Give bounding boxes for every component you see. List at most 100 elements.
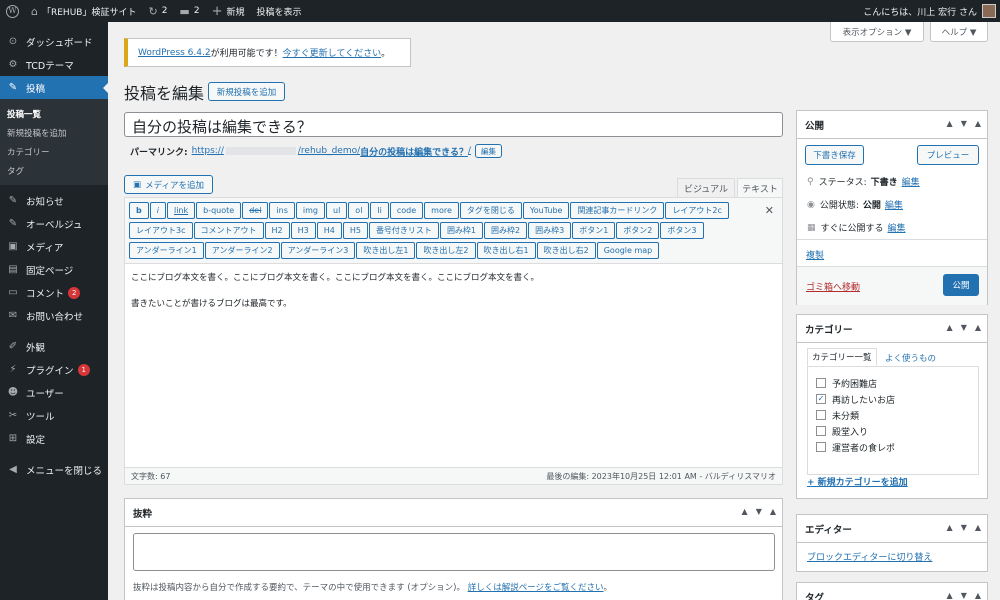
chevron-down-icon[interactable]: ▼: [961, 119, 967, 128]
submenu-tags[interactable]: タグ: [0, 161, 108, 180]
excerpt-textarea[interactable]: [133, 533, 775, 571]
save-draft-button[interactable]: 下書き保存: [805, 145, 864, 165]
quicktag-button[interactable]: b-quote: [196, 202, 242, 219]
add-new-post-button[interactable]: 新規投稿を追加: [208, 82, 285, 101]
site-name-link[interactable]: ⌂ 「REHUB」検証サイト: [25, 0, 142, 22]
updates-link[interactable]: ↻ 2: [142, 0, 173, 22]
chevron-down-icon[interactable]: ▼: [961, 591, 967, 600]
sidebar-item-14[interactable]: ◀ メニューを閉じる: [0, 458, 108, 481]
category-item[interactable]: 殿堂入り: [816, 423, 970, 439]
wp-version-link[interactable]: WordPress 6.4.2: [138, 48, 211, 58]
quicktag-button[interactable]: アンダーライン1: [129, 242, 204, 259]
sidebar-item-9[interactable]: ✐ 外観: [0, 335, 108, 358]
toggle-icon[interactable]: ▲: [975, 591, 981, 600]
toggle-icon[interactable]: ▲: [770, 507, 776, 516]
quicktag-button[interactable]: H2: [264, 222, 290, 239]
sidebar-item-8[interactable]: ✉ お問い合わせ: [0, 304, 108, 327]
chevron-up-icon[interactable]: ▲: [947, 119, 953, 128]
sidebar-item-12[interactable]: ✂ ツール: [0, 404, 108, 427]
quicktag-button[interactable]: ins: [269, 202, 295, 219]
quicktag-button[interactable]: 囲み枠3: [528, 222, 572, 239]
quicktag-button[interactable]: H4: [316, 222, 342, 239]
view-post-link[interactable]: 投稿を表示: [250, 0, 307, 22]
update-now-link[interactable]: 今すぐ更新してください: [283, 46, 381, 59]
wordpress-logo-icon[interactable]: W: [0, 0, 25, 22]
permalink-edit-button[interactable]: 編集: [475, 144, 502, 158]
quicktag-button[interactable]: del: [242, 202, 269, 219]
quicktag-button[interactable]: アンダーライン2: [204, 242, 280, 259]
quicktag-button[interactable]: img: [295, 202, 325, 219]
sidebar-item-1[interactable]: ⚙ TCDテーマ: [0, 53, 108, 76]
toggle-icon[interactable]: ▲: [975, 119, 981, 128]
category-checkbox[interactable]: [816, 442, 826, 452]
category-item[interactable]: 運営者の食レポ: [816, 439, 970, 455]
quicktag-button[interactable]: i: [149, 202, 166, 219]
permalink-base[interactable]: https://: [192, 146, 224, 156]
preview-button[interactable]: プレビュー: [917, 145, 979, 165]
sidebar-item-7[interactable]: ▭ コメント 2: [0, 281, 108, 304]
quicktag-button[interactable]: ボタン3: [660, 222, 704, 239]
quicktag-button[interactable]: link: [166, 202, 196, 219]
quicktag-button[interactable]: 吹き出し左2: [416, 242, 476, 259]
sidebar-item-2[interactable]: ✎ 投稿: [0, 76, 108, 99]
sidebar-item-10[interactable]: ⚡ プラグイン 1: [0, 358, 108, 381]
chevron-up-icon[interactable]: ▲: [947, 523, 953, 532]
sidebar-item-0[interactable]: ⊙ ダッシュボード: [0, 30, 108, 53]
excerpt-header[interactable]: 抜粋 ▲ ▼ ▲: [125, 499, 782, 527]
category-checkbox[interactable]: [816, 410, 826, 420]
edit-schedule-link[interactable]: 編集: [888, 221, 906, 234]
quicktag-button[interactable]: 吹き出し右1: [476, 242, 536, 259]
quicktag-button[interactable]: ボタン2: [616, 222, 660, 239]
edit-status-link[interactable]: 編集: [902, 175, 920, 188]
chevron-down-icon[interactable]: ▼: [961, 523, 967, 532]
quicktag-button[interactable]: 関連記事カードリンク: [570, 202, 665, 219]
quicktag-button[interactable]: b: [129, 202, 149, 219]
category-tab-all[interactable]: カテゴリー一覧: [807, 348, 877, 366]
edit-visibility-link[interactable]: 編集: [885, 198, 903, 211]
quicktag-button[interactable]: ol: [348, 202, 370, 219]
publish-header[interactable]: 公開 ▲ ▼ ▲: [797, 111, 987, 139]
quicktag-button[interactable]: 吹き出し左1: [356, 242, 416, 259]
quicktag-button[interactable]: YouTube: [522, 202, 570, 219]
post-title-input[interactable]: 自分の投稿は編集できる？: [124, 112, 783, 137]
sidebar-item-11[interactable]: ☻ ユーザー: [0, 381, 108, 404]
switch-block-editor-link[interactable]: ブロックエディターに切り替え: [807, 550, 932, 563]
quicktag-button[interactable]: 吹き出し右2: [536, 242, 596, 259]
add-new-category-link[interactable]: + 新規カテゴリーを追加: [807, 475, 908, 488]
quicktag-button[interactable]: H3: [290, 222, 316, 239]
quicktag-button[interactable]: H5: [342, 222, 368, 239]
sidebar-item-13[interactable]: ⊞ 設定: [0, 427, 108, 450]
submenu-all-posts[interactable]: 投稿一覧: [0, 104, 108, 123]
category-item[interactable]: 未分類: [816, 407, 970, 423]
category-checkbox[interactable]: ✓: [816, 394, 826, 404]
chevron-up-icon[interactable]: ▲: [947, 591, 953, 600]
my-account[interactable]: こんにちは、川上 宏行 さん: [863, 0, 996, 22]
chevron-down-icon[interactable]: ▼: [756, 507, 762, 516]
permalink-path[interactable]: /rehub_demo/: [298, 146, 360, 156]
toggle-icon[interactable]: ▲: [975, 323, 981, 332]
category-header[interactable]: カテゴリー ▲ ▼ ▲: [797, 315, 987, 343]
quicktag-button[interactable]: ボタン1: [572, 222, 616, 239]
new-content-link[interactable]: + 新規: [206, 0, 251, 22]
sidebar-item-4[interactable]: ✎ オーベルジュ: [0, 212, 108, 235]
category-checkbox[interactable]: [816, 426, 826, 436]
quicktag-button[interactable]: ul: [326, 202, 348, 219]
category-checkbox[interactable]: [816, 378, 826, 388]
category-item[interactable]: ✓ 再訪したいお店: [816, 391, 970, 407]
quicktag-button[interactable]: li: [370, 202, 389, 219]
quicktag-button[interactable]: Google map: [596, 242, 660, 259]
quicktag-button[interactable]: アンダーライン3: [280, 242, 356, 259]
quicktag-button[interactable]: 囲み枠2: [484, 222, 528, 239]
tags-header[interactable]: タグ ▲ ▼ ▲: [797, 583, 987, 600]
chevron-up-icon[interactable]: ▲: [947, 323, 953, 332]
fullscreen-icon[interactable]: ✕: [765, 204, 774, 217]
post-content-textarea[interactable]: ここにブログ本文を書く。ここにブログ本文を書く。ここにブログ本文を書く。ここにブ…: [125, 264, 782, 464]
publish-button[interactable]: 公開: [943, 274, 979, 296]
tab-visual[interactable]: ビジュアル: [677, 178, 735, 197]
chevron-up-icon[interactable]: ▲: [742, 507, 748, 516]
sidebar-item-5[interactable]: ▣ メディア: [0, 235, 108, 258]
trash-link[interactable]: ゴミ箱へ移動: [806, 280, 860, 293]
screen-options-button[interactable]: 表示オプション ▼: [830, 22, 924, 42]
tab-text[interactable]: テキスト: [737, 178, 783, 198]
quicktag-button[interactable]: レイアウト2c: [665, 202, 729, 219]
